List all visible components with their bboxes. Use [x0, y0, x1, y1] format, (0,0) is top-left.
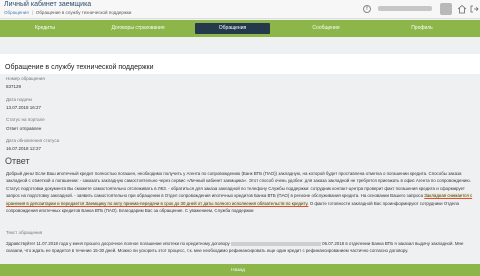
back-button[interactable]: Назад [219, 266, 257, 275]
breadcrumb-current: Обращение в службу технической поддержки [35, 10, 132, 15]
field-label-number: Номер обращения [6, 76, 45, 81]
field-label-date: Дата подачи [6, 97, 32, 102]
redacted-text [230, 241, 321, 246]
user-area: f [360, 0, 480, 19]
page-title: Обращение в службу технической поддержки [5, 64, 154, 71]
status-value: Ответ отправлен [6, 126, 42, 131]
facebook-icon[interactable]: f [363, 5, 371, 13]
field-value-status-date: 16.07.2018 12:27 [6, 146, 42, 151]
question-text-start: Здравствуйте! 11.07.2018 года у меня про… [6, 241, 230, 246]
breadcrumb: Обращения | Обращение в службу технической… [4, 10, 132, 15]
exit-icon[interactable] [469, 4, 479, 14]
top-bar: Личный кабинет заемщика Обращения | Обраще… [0, 0, 480, 19]
app-title: Личный кабинет заемщика [4, 1, 92, 8]
tab-credits[interactable]: Кредиты [8, 23, 82, 34]
field-value-date: 13.07.2018 16:27 [6, 105, 42, 110]
user-name [378, 6, 432, 11]
field-label-status-date: Дата обновления статуса [6, 138, 60, 143]
question-text: Здравствуйте! 11.07.2018 года у меня про… [6, 240, 474, 255]
field-value-number: 837129 [6, 84, 22, 89]
answer-text: Добрый день! Если Ваш ипотечный кредит п… [6, 170, 474, 214]
answer-heading: Ответ [5, 156, 30, 166]
avatar[interactable] [440, 3, 452, 15]
tab-messages[interactable]: Сообщения [288, 23, 364, 34]
tab-requests[interactable]: Обращения [195, 23, 270, 34]
question-label: Текст обращения [6, 230, 43, 235]
breadcrumb-link[interactable]: Обращения [4, 10, 29, 15]
home-icon[interactable] [457, 4, 467, 14]
tab-profile[interactable]: Профиль [384, 23, 460, 34]
field-label-status: Статус на портале [6, 117, 45, 122]
tab-insurance[interactable]: Договоры страхования [100, 23, 176, 34]
answer-paragraph: Добрый день! Если Ваш ипотечный кредит п… [6, 171, 471, 199]
main-nav: Кредиты Договоры страхования Обращения С… [0, 20, 480, 37]
